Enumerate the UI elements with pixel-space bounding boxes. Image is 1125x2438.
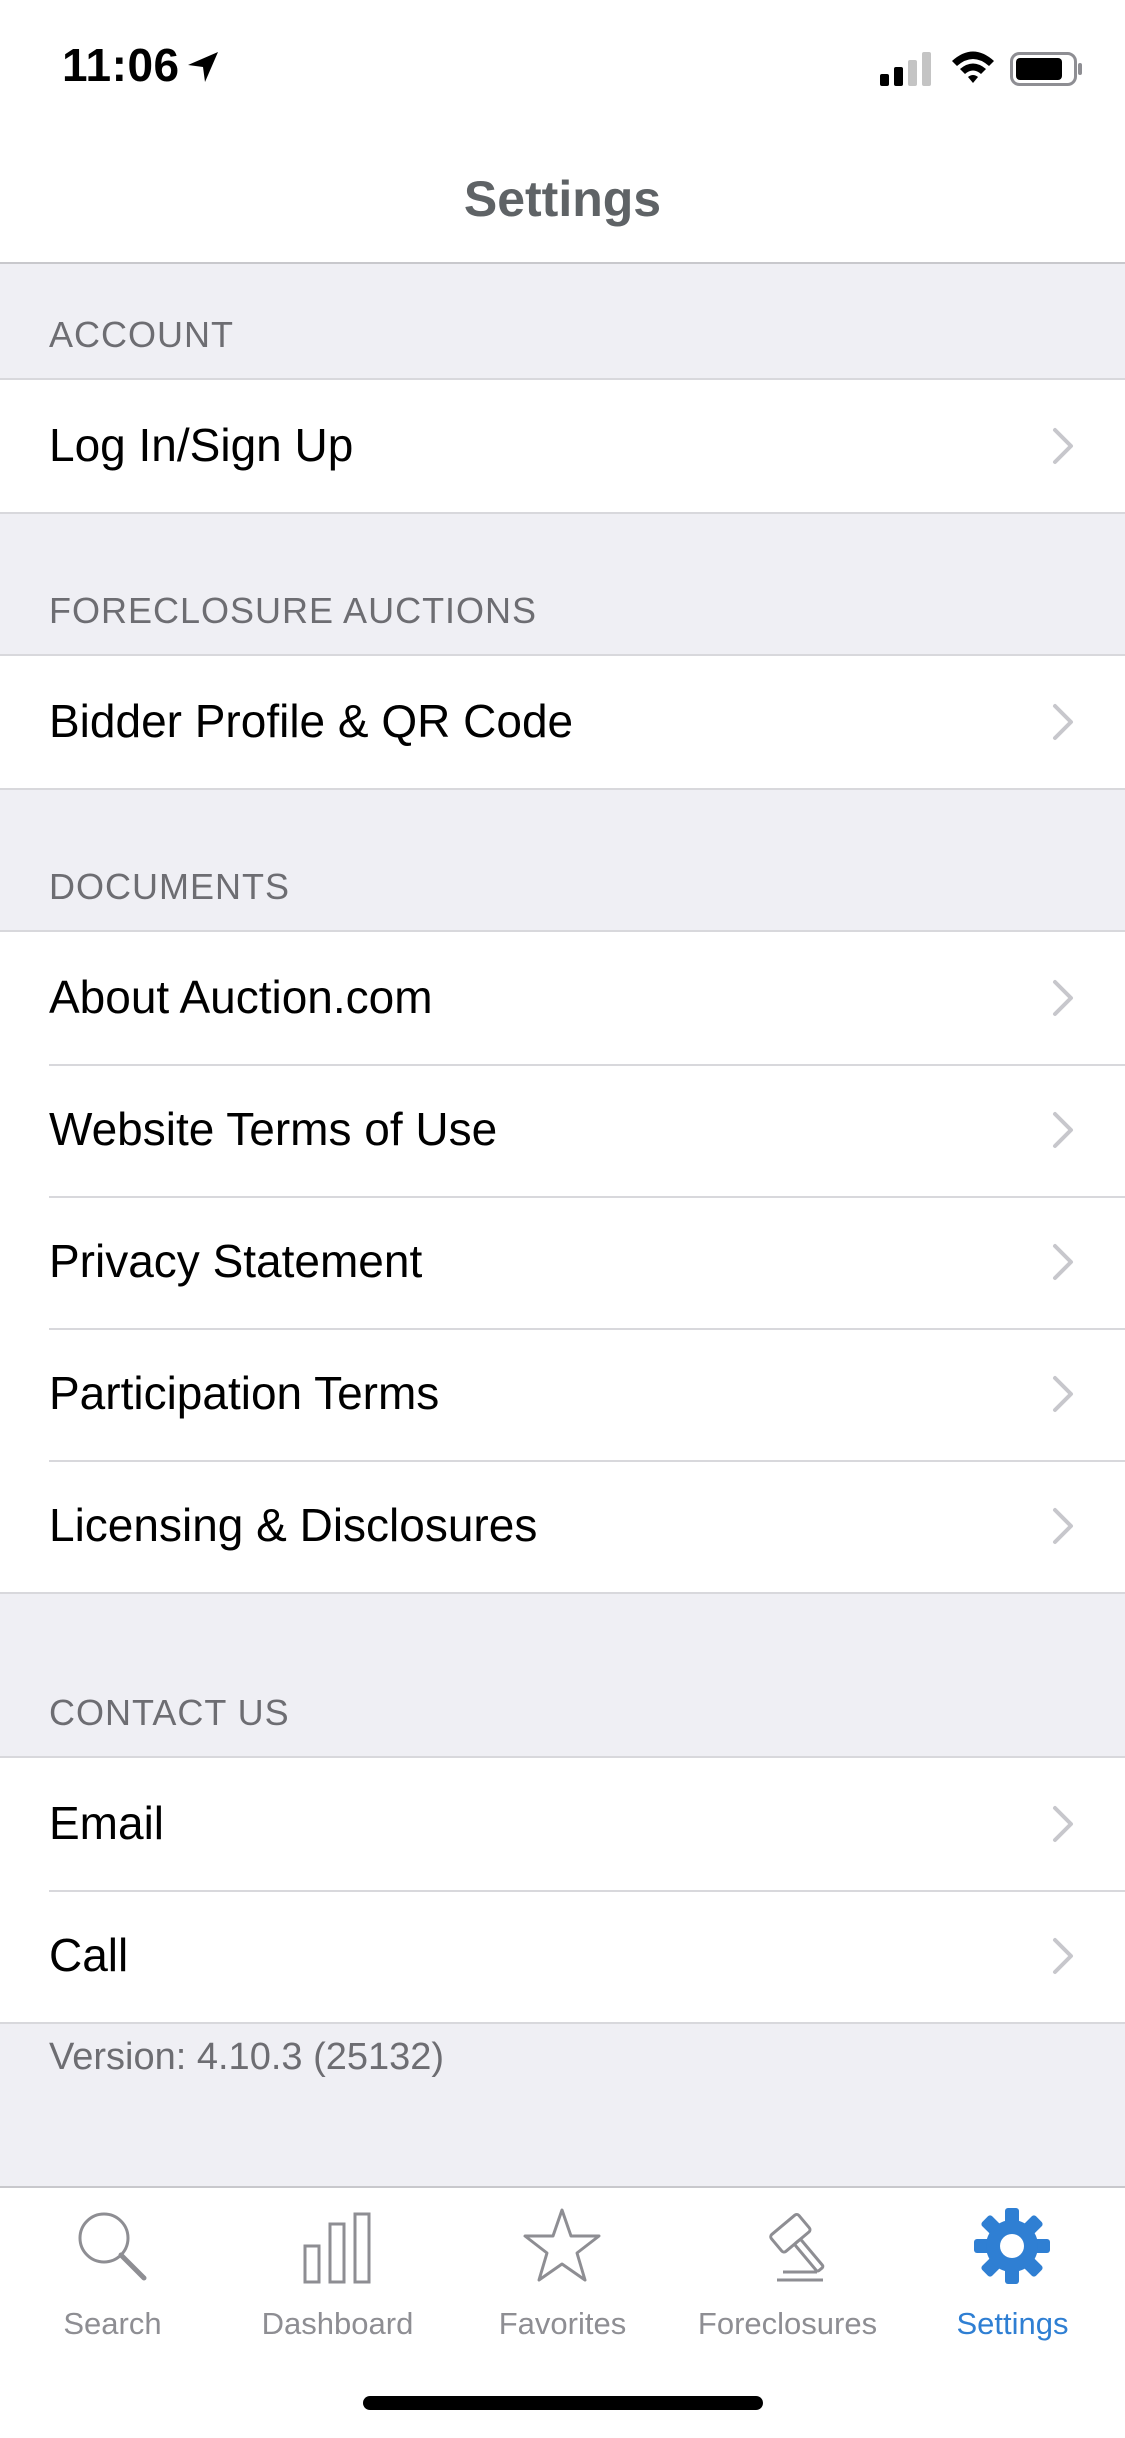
star-icon bbox=[523, 2208, 601, 2282]
row-label: Website Terms of Use bbox=[49, 1103, 498, 1155]
page-title: Settings bbox=[463, 171, 662, 227]
chevron-right-icon bbox=[1053, 1806, 1073, 1842]
gear-icon bbox=[974, 2208, 1050, 2284]
bar-chart-icon bbox=[303, 2212, 371, 2284]
section-header-contact-us: CONTACT US bbox=[49, 1692, 290, 1733]
status-time: 11:06 bbox=[62, 39, 180, 91]
section-header-foreclosure-auctions: FORECLOSURE AUCTIONS bbox=[49, 590, 538, 631]
contact-group: Email Call bbox=[0, 1756, 1125, 2024]
row-participation-terms[interactable]: Participation Terms bbox=[0, 1328, 1125, 1460]
chevron-right-icon bbox=[1053, 1938, 1073, 1974]
chevron-right-icon bbox=[1053, 1112, 1073, 1148]
account-group: Log In/Sign Up bbox=[0, 378, 1125, 514]
home-indicator[interactable] bbox=[363, 2396, 763, 2410]
chevron-right-icon bbox=[1053, 1244, 1073, 1280]
status-bar: 11:06 bbox=[0, 0, 1125, 132]
battery-icon bbox=[1010, 52, 1082, 86]
section-header-account: ACCOUNT bbox=[49, 314, 234, 355]
tab-label: Dashboard bbox=[261, 2306, 414, 2341]
row-label: Email bbox=[49, 1797, 165, 1849]
location-arrow-icon bbox=[188, 52, 218, 82]
settings-list[interactable]: ACCOUNT Log In/Sign Up FORECLOSURE AUCTI… bbox=[0, 264, 1125, 2184]
row-about-auction[interactable]: About Auction.com bbox=[0, 932, 1125, 1064]
tab-dashboard[interactable]: Dashboard bbox=[225, 2188, 450, 2358]
chevron-right-icon bbox=[1053, 1508, 1073, 1544]
tab-label: Settings bbox=[956, 2306, 1069, 2341]
row-label: Privacy Statement bbox=[49, 1235, 423, 1287]
tab-search[interactable]: Search bbox=[0, 2188, 225, 2358]
row-licensing-disclosures[interactable]: Licensing & Disclosures bbox=[0, 1460, 1125, 1592]
cellular-signal-icon bbox=[880, 52, 931, 86]
row-label: Call bbox=[49, 1929, 129, 1981]
row-label: Bidder Profile & QR Code bbox=[49, 695, 574, 747]
row-label: About Auction.com bbox=[49, 971, 433, 1023]
row-call[interactable]: Call bbox=[0, 1890, 1125, 2022]
chevron-right-icon bbox=[1053, 1376, 1073, 1412]
row-bidder-profile[interactable]: Bidder Profile & QR Code bbox=[0, 656, 1125, 788]
tab-foreclosures[interactable]: Foreclosures bbox=[675, 2188, 900, 2358]
gavel-icon bbox=[769, 2212, 825, 2282]
row-login-signup[interactable]: Log In/Sign Up bbox=[0, 380, 1125, 512]
tab-settings[interactable]: Settings bbox=[900, 2188, 1125, 2358]
row-label: Participation Terms bbox=[49, 1367, 440, 1419]
tab-label: Search bbox=[63, 2306, 162, 2341]
navigation-bar: Settings bbox=[0, 132, 1125, 264]
row-label: Log In/Sign Up bbox=[49, 419, 354, 471]
row-privacy-statement[interactable]: Privacy Statement bbox=[0, 1196, 1125, 1328]
search-icon bbox=[78, 2212, 147, 2281]
tab-label: Favorites bbox=[498, 2306, 627, 2341]
row-website-terms[interactable]: Website Terms of Use bbox=[0, 1064, 1125, 1196]
documents-group: About Auction.com Website Terms of Use P… bbox=[0, 930, 1125, 1594]
chevron-right-icon bbox=[1053, 704, 1073, 740]
wifi-icon bbox=[952, 51, 994, 83]
version-text: Version: 4.10.3 (25132) bbox=[49, 2036, 445, 2078]
chevron-right-icon bbox=[1053, 428, 1073, 464]
tab-label: Foreclosures bbox=[697, 2306, 878, 2341]
chevron-right-icon bbox=[1053, 980, 1073, 1016]
row-label: Licensing & Disclosures bbox=[49, 1499, 538, 1551]
tab-favorites[interactable]: Favorites bbox=[450, 2188, 675, 2358]
section-header-documents: DOCUMENTS bbox=[49, 866, 290, 907]
row-email[interactable]: Email bbox=[0, 1758, 1125, 1890]
auctions-group: Bidder Profile & QR Code bbox=[0, 654, 1125, 790]
